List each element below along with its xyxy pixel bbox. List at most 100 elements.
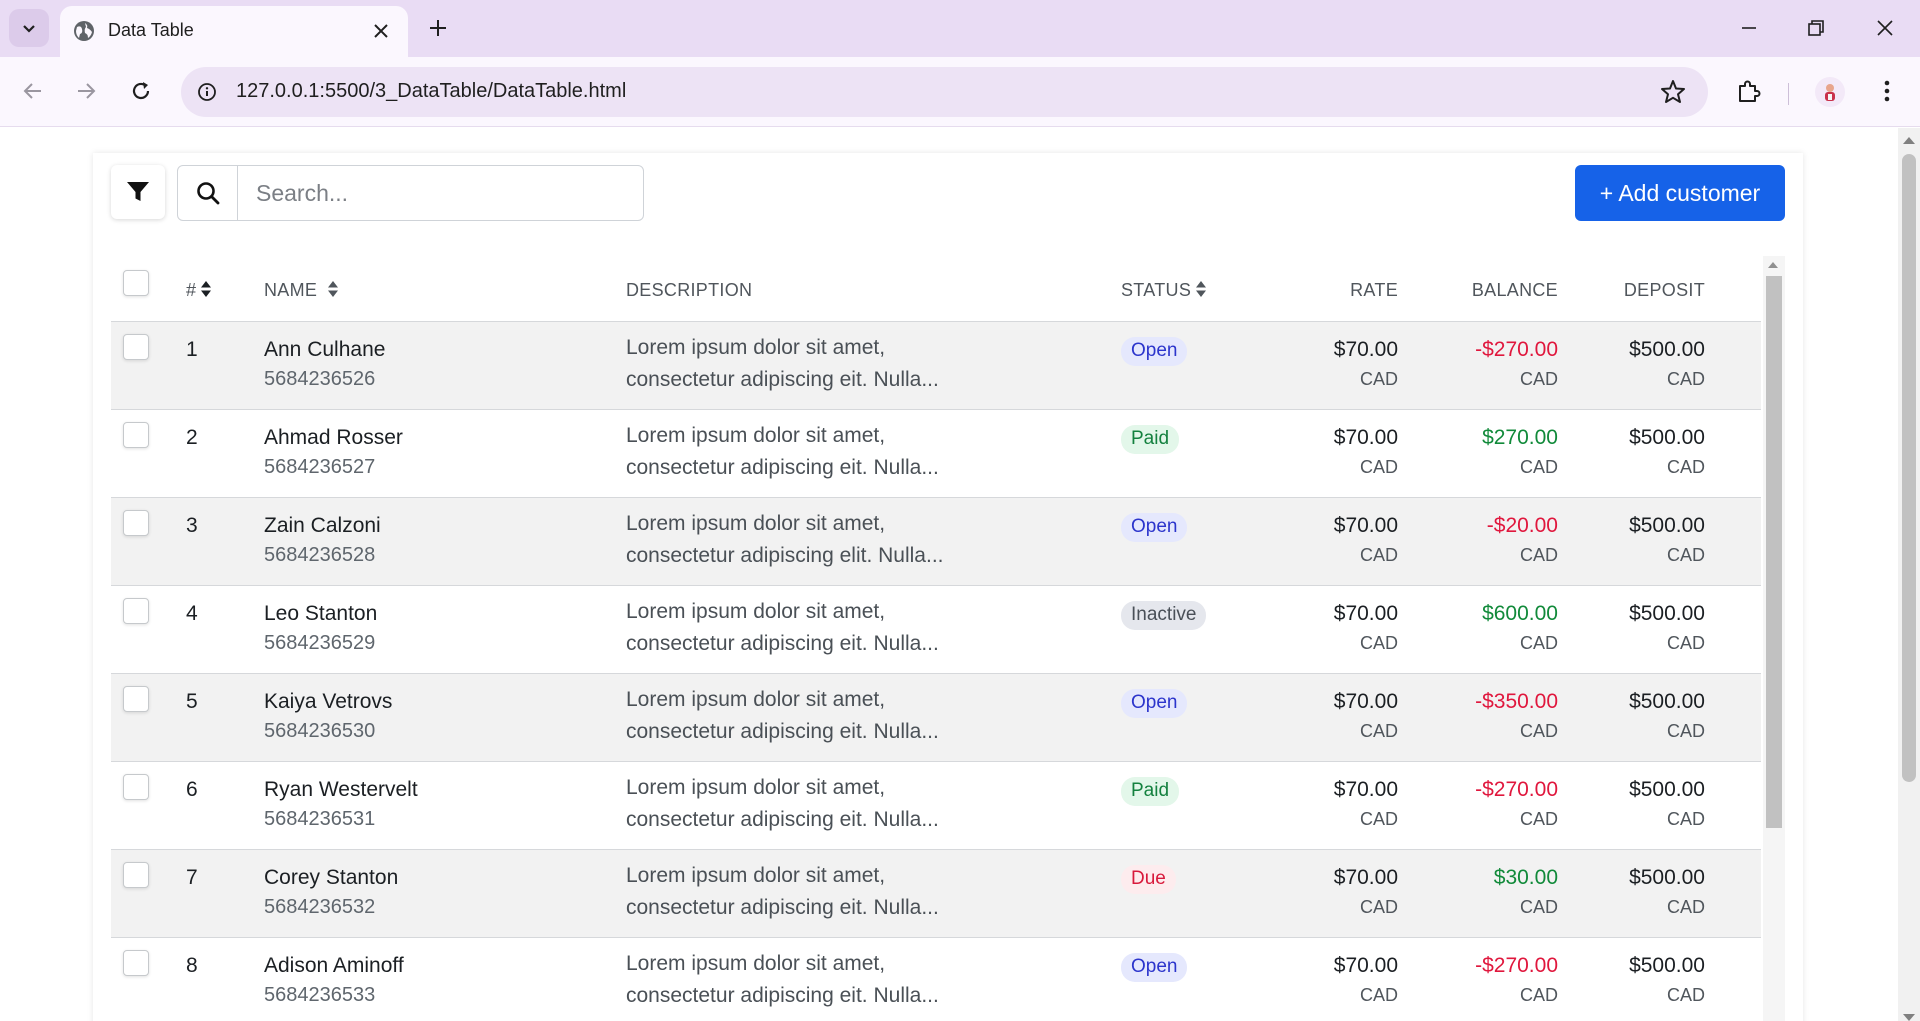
rate-currency: CAD bbox=[1359, 720, 1398, 741]
column-label: STATUS bbox=[1121, 279, 1192, 300]
add-customer-button[interactable]: + Add customer bbox=[1575, 165, 1785, 221]
rate-currency: CAD bbox=[1359, 544, 1398, 565]
deposit-currency: CAD bbox=[1666, 544, 1705, 565]
arrow-left-icon bbox=[23, 83, 41, 99]
status-badge: Inactive bbox=[1121, 600, 1207, 630]
status-badge: Open bbox=[1121, 512, 1188, 542]
status-badge: Paid bbox=[1121, 424, 1180, 454]
deposit-amount: $500.00 bbox=[1629, 777, 1705, 801]
customer-phone: 5684236531 bbox=[264, 807, 376, 830]
close-window-button[interactable] bbox=[1868, 12, 1902, 44]
minimize-button[interactable] bbox=[1732, 12, 1766, 44]
table-row: 7 Corey Stanton 5684236532 Lorem ipsum dolo… bbox=[111, 849, 1761, 937]
row-checkbox[interactable] bbox=[123, 685, 149, 712]
deposit-amount: $500.00 bbox=[1629, 865, 1705, 889]
rate-amount: $70.00 bbox=[1333, 777, 1398, 801]
browser-tab-strip: Data Table bbox=[0, 0, 1920, 57]
table-scrollbar[interactable] bbox=[1763, 256, 1785, 1021]
deposit-amount: $500.00 bbox=[1629, 337, 1705, 361]
rate-amount: $70.00 bbox=[1333, 953, 1398, 977]
back-button[interactable] bbox=[15, 73, 51, 109]
filter-button[interactable] bbox=[111, 165, 165, 219]
row-checkbox[interactable] bbox=[123, 597, 149, 624]
new-tab-icon[interactable] bbox=[424, 14, 452, 42]
column-label: RATE bbox=[1350, 279, 1398, 300]
description-line: Lorem ipsum dolor sit amet, bbox=[626, 511, 886, 535]
column-header-description: DESCRIPTION bbox=[626, 256, 1121, 322]
description-line: consectetur adipiscing eit. Nulla... bbox=[626, 807, 939, 831]
page-scrollbar-thumb[interactable] bbox=[1902, 154, 1916, 782]
customer-name: Leo Stanton bbox=[264, 601, 378, 625]
column-header-name[interactable]: NAME bbox=[264, 256, 626, 322]
customer-phone: 5684236533 bbox=[264, 983, 376, 1006]
minimize-icon bbox=[1742, 27, 1756, 29]
table-scrollbar-thumb[interactable] bbox=[1766, 276, 1782, 828]
reload-button[interactable] bbox=[123, 73, 159, 109]
row-id: 6 bbox=[186, 777, 198, 801]
row-checkbox[interactable] bbox=[123, 949, 149, 976]
balance-amount: -$270.00 bbox=[1475, 777, 1558, 801]
extensions-button[interactable] bbox=[1731, 73, 1767, 109]
site-info-button[interactable] bbox=[191, 76, 223, 108]
description-line: consectetur adipiscing eit. Nulla... bbox=[626, 895, 939, 919]
deposit-amount: $500.00 bbox=[1629, 425, 1705, 449]
table-row: 5 Kaiya Vetrovs 5684236530 Lorem ipsum dolo… bbox=[111, 673, 1761, 761]
row-checkbox[interactable] bbox=[123, 421, 149, 448]
balance-amount: -$20.00 bbox=[1486, 513, 1558, 537]
menu-button[interactable] bbox=[1869, 73, 1905, 109]
column-header-balance: BALANCE bbox=[1398, 256, 1558, 322]
balance-currency: CAD bbox=[1519, 896, 1558, 917]
deposit-currency: CAD bbox=[1666, 368, 1705, 389]
row-checkbox[interactable] bbox=[123, 333, 149, 360]
reload-icon bbox=[132, 82, 150, 100]
restore-button[interactable] bbox=[1799, 12, 1833, 44]
description-line: consectetur adipiscing elit. Nulla... bbox=[626, 543, 944, 567]
rate-amount: $70.00 bbox=[1333, 513, 1398, 537]
row-checkbox[interactable] bbox=[123, 861, 149, 888]
scroll-up-arrow[interactable] bbox=[1903, 137, 1915, 144]
close-icon[interactable] bbox=[370, 20, 392, 42]
status-badge: Open bbox=[1121, 952, 1188, 982]
restore-icon bbox=[1808, 20, 1824, 36]
bookmark-star-icon[interactable] bbox=[1659, 78, 1687, 106]
row-checkbox[interactable] bbox=[123, 773, 149, 800]
select-all-checkbox[interactable] bbox=[123, 269, 149, 296]
forward-button[interactable] bbox=[68, 73, 104, 109]
row-id: 1 bbox=[186, 337, 198, 361]
table-scroll-area: # NAME DESCRIPTION STATUS RATE BALANCE D… bbox=[111, 256, 1785, 1021]
rate-currency: CAD bbox=[1359, 456, 1398, 477]
status-badge: Open bbox=[1121, 688, 1188, 718]
rate-amount: $70.00 bbox=[1333, 337, 1398, 361]
address-bar[interactable]: 127.0.0.1:5500/3_DataTable/DataTable.htm… bbox=[181, 67, 1708, 117]
deposit-currency: CAD bbox=[1666, 984, 1705, 1005]
browser-tab-active[interactable]: Data Table bbox=[60, 6, 408, 57]
deposit-amount: $500.00 bbox=[1629, 513, 1705, 537]
balance-amount: $270.00 bbox=[1482, 425, 1558, 449]
column-header-id[interactable]: # bbox=[186, 256, 264, 322]
rate-amount: $70.00 bbox=[1333, 865, 1398, 889]
row-id: 5 bbox=[186, 689, 198, 713]
row-id: 8 bbox=[186, 953, 198, 977]
description-line: consectetur adipiscing eit. Nulla... bbox=[626, 631, 939, 655]
scroll-down-arrow[interactable] bbox=[1903, 1014, 1915, 1021]
profile-avatar[interactable] bbox=[1815, 77, 1845, 107]
customer-name: Ryan Westervelt bbox=[264, 777, 418, 801]
close-icon bbox=[1877, 20, 1893, 36]
page-scrollbar[interactable] bbox=[1898, 128, 1920, 1021]
tab-search-button[interactable] bbox=[9, 9, 49, 47]
customer-phone: 5684236526 bbox=[264, 367, 376, 390]
customer-name: Corey Stanton bbox=[264, 865, 399, 889]
description-line: Lorem ipsum dolor sit amet, bbox=[626, 775, 886, 799]
scroll-up-arrow[interactable] bbox=[1768, 262, 1778, 268]
rate-amount: $70.00 bbox=[1333, 601, 1398, 625]
search-input[interactable] bbox=[239, 166, 642, 220]
table-row: 2 Ahmad Rosser 5684236527 Lorem ipsum dolor… bbox=[111, 409, 1761, 497]
column-header-status[interactable]: STATUS bbox=[1121, 256, 1263, 322]
description-line: consectetur adipiscing eit. Nulla... bbox=[626, 367, 939, 391]
balance-currency: CAD bbox=[1519, 368, 1558, 389]
rate-currency: CAD bbox=[1359, 632, 1398, 653]
row-checkbox[interactable] bbox=[123, 509, 149, 536]
sort-icon bbox=[1196, 281, 1207, 297]
status-badge: Due bbox=[1121, 864, 1176, 894]
balance-amount: -$350.00 bbox=[1475, 689, 1558, 713]
